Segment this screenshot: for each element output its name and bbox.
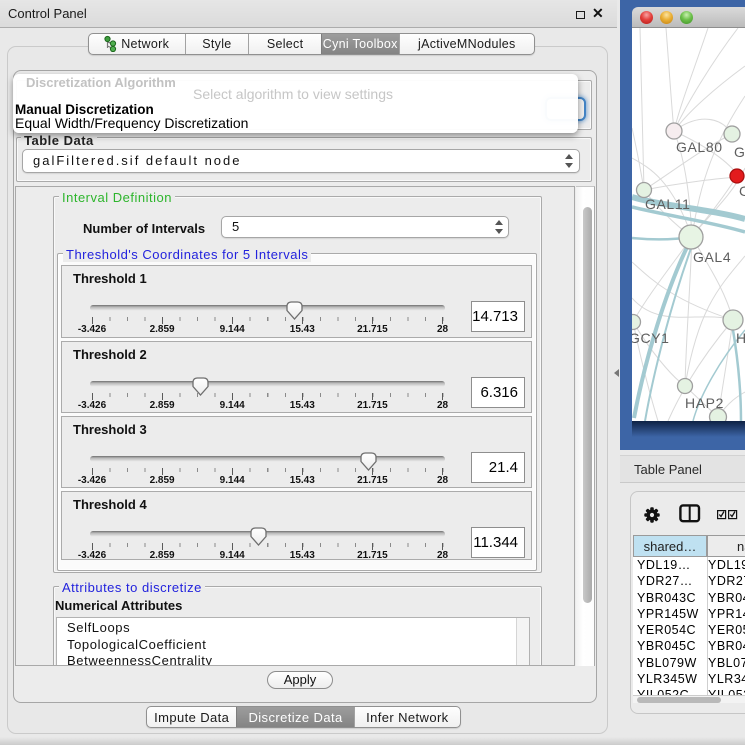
svg-text:GAL4: GAL4 (693, 249, 731, 265)
svg-text:GAL80: GAL80 (676, 139, 723, 155)
svg-text:GAL11: GAL11 (645, 196, 691, 212)
svg-text:G.: G. (734, 144, 745, 160)
svg-text:GCY1: GCY1 (632, 330, 670, 346)
svg-text:HI: HI (736, 330, 745, 346)
svg-text:C: C (739, 183, 745, 199)
svg-text:HAP2: HAP2 (685, 395, 724, 411)
